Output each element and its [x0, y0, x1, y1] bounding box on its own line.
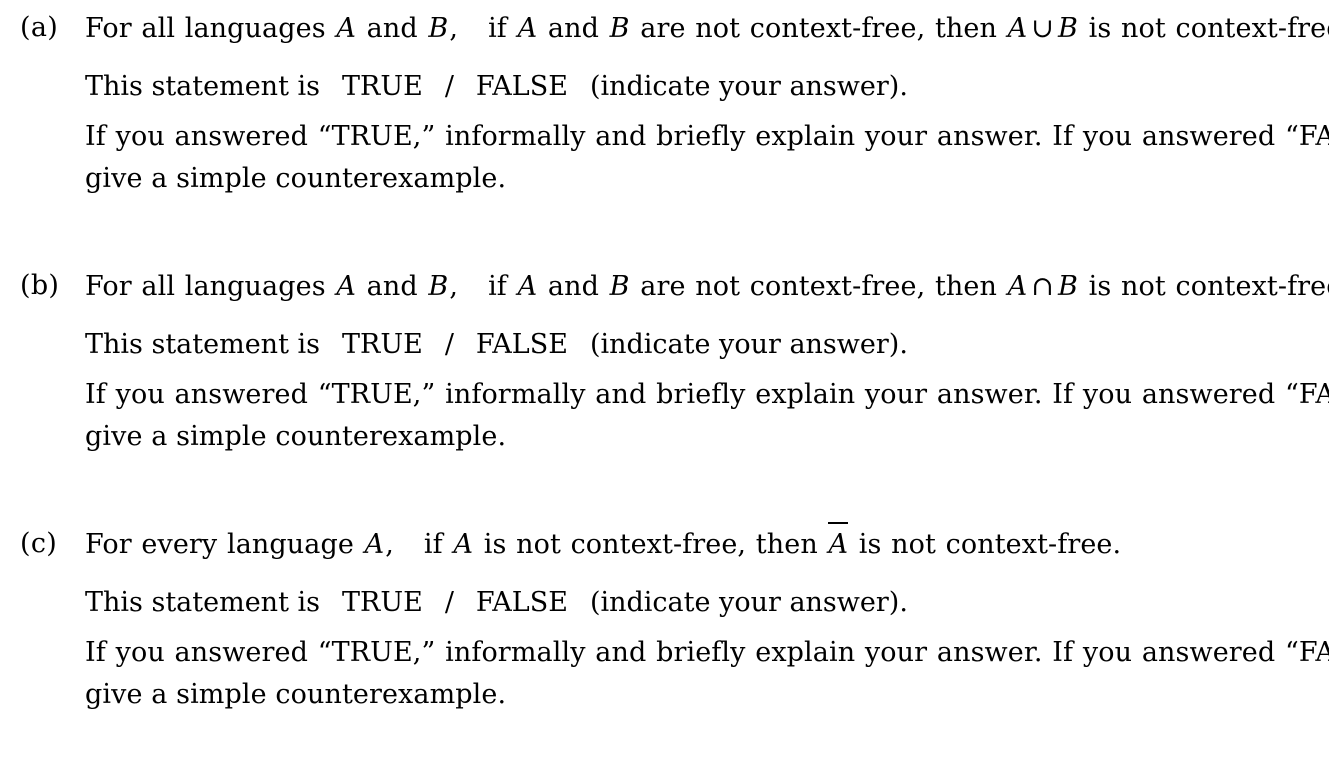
statement-a-part3: are not context-free, then: [640, 13, 997, 44]
statement-b-and1: and: [366, 271, 418, 302]
item-label-c: (c): [20, 528, 58, 559]
statement-c-part4: is not context-free.: [858, 529, 1122, 560]
tf-suffix-c: (indicate your answer).: [589, 587, 908, 618]
true-false-line-b: This statement is TRUE / FALSE (indicate you…: [85, 324, 1329, 366]
statement-text-c: For every language A, if A is not context…: [85, 522, 1329, 566]
math-var-b-2: B: [609, 13, 630, 44]
answer-block-c: This statement is TRUE / FALSE (indicate you…: [85, 582, 1329, 716]
answer-block-b: This statement is TRUE / FALSE (indicate you…: [85, 324, 1329, 458]
math-var-a-1: A: [336, 271, 356, 302]
statement-a-part4: is not context-free.: [1088, 13, 1329, 44]
set-intersection-icon: ∩: [1031, 271, 1054, 302]
expr-left-b: A: [1007, 271, 1028, 302]
statement-c-comma: ,: [385, 529, 394, 560]
explain-instruction-c: If you answered “TRUE,” informally and b…: [85, 637, 1329, 710]
tf-prompt-a: This statement is: [85, 71, 320, 102]
explain-instruction-a: If you answered “TRUE,” informally and b…: [85, 121, 1329, 194]
problem-item-c: (c) For every language A, if A is not con…: [0, 522, 1329, 716]
false-option-b[interactable]: FALSE: [476, 329, 568, 360]
expr-right-b: B: [1058, 271, 1078, 302]
tf-separator-c: /: [444, 587, 454, 618]
expr-right-a: B: [1058, 13, 1078, 44]
tf-prompt-c: This statement is: [85, 587, 320, 618]
tf-suffix-b: (indicate your answer).: [589, 329, 908, 360]
false-option-a[interactable]: FALSE: [476, 71, 568, 102]
false-option-c[interactable]: FALSE: [476, 587, 568, 618]
math-var-a-2: A: [453, 529, 474, 560]
statement-c-part2: if: [423, 529, 443, 560]
problem-item-b: (b) For all languages A and B, if A and B…: [0, 266, 1329, 458]
statement-a-part2: if: [488, 13, 507, 44]
tf-separator-b: /: [444, 329, 454, 360]
statement-text-a: For all languages A and B, if A and B are…: [85, 8, 1329, 50]
true-option-a[interactable]: TRUE: [342, 71, 423, 102]
true-option-c[interactable]: TRUE: [342, 587, 423, 618]
item-label-a: (a): [20, 12, 59, 43]
true-false-line-c: This statement is TRUE / FALSE (indicate you…: [85, 582, 1329, 624]
math-var-a-2: A: [517, 271, 538, 302]
math-var-b-2: B: [609, 271, 630, 302]
math-var-b-1: B: [428, 13, 449, 44]
true-false-line-a: This statement is TRUE / FALSE (indicate you…: [85, 66, 1329, 108]
tf-suffix-a: (indicate your answer).: [589, 71, 908, 102]
statement-a-and2: and: [547, 13, 599, 44]
tf-prompt-b: This statement is: [85, 329, 320, 360]
explain-instruction-b: If you answered “TRUE,” informally and b…: [85, 379, 1329, 452]
statement-a-part1: For all languages: [85, 13, 326, 44]
statement-c-part1: For every language: [85, 529, 354, 560]
expr-left-a: A: [1007, 13, 1028, 44]
tf-separator-a: /: [444, 71, 454, 102]
statement-c-part3: is not context-free, then: [483, 529, 818, 560]
math-var-a-1: A: [364, 529, 385, 560]
statement-b-part1: For all languages: [85, 271, 326, 302]
statement-b-part4: is not context-free.: [1088, 271, 1329, 302]
true-option-b[interactable]: TRUE: [342, 329, 423, 360]
math-var-b-1: B: [428, 271, 449, 302]
problem-item-a: (a) For all languages A and B, if A and B…: [0, 8, 1329, 200]
statement-text-b: For all languages A and B, if A and B are…: [85, 266, 1329, 308]
statement-b-comma: ,: [449, 271, 459, 302]
complement-a-icon: A: [827, 522, 850, 566]
item-label-b: (b): [20, 270, 60, 301]
document-page: (a) For all languages A and B, if A and B…: [0, 0, 1329, 757]
answer-block-a: This statement is TRUE / FALSE (indicate you…: [85, 66, 1329, 200]
statement-b-and2: and: [547, 271, 599, 302]
set-union-icon: ∪: [1031, 13, 1054, 44]
statement-b-part3: are not context-free, then: [640, 271, 997, 302]
statement-a-comma: ,: [449, 13, 459, 44]
math-var-a-2: A: [517, 13, 538, 44]
statement-a-and1: and: [366, 13, 418, 44]
statement-b-part2: if: [488, 271, 507, 302]
math-var-a-1: A: [336, 13, 356, 44]
